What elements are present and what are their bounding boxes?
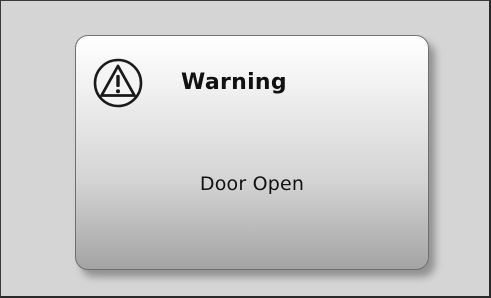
dialog-title: Warning	[181, 70, 287, 95]
warning-icon	[93, 58, 143, 108]
dialog-message: Door Open	[199, 173, 305, 195]
warning-dialog: Warning Door Open	[75, 35, 429, 270]
screen-background: Warning Door Open	[0, 0, 491, 298]
